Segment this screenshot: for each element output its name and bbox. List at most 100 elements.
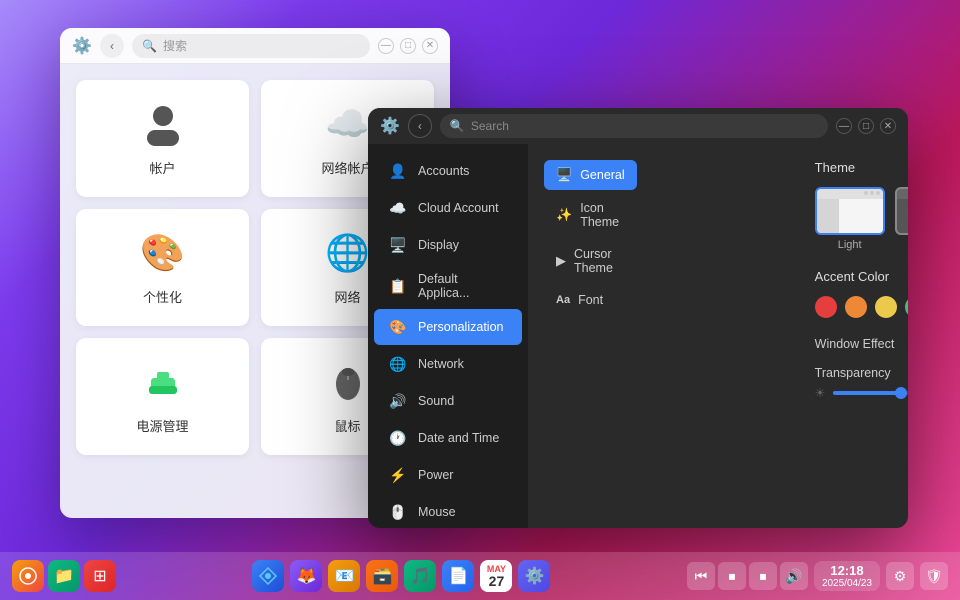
win-bg-back-button[interactable]: ‹ — [100, 34, 124, 58]
accounts-label: 帐户 — [149, 158, 175, 177]
accent-dot-orange[interactable] — [845, 296, 867, 318]
sub-nav-general-label: General — [580, 168, 624, 182]
display-sidebar-icon: 🖥️ — [388, 235, 408, 255]
prev-button[interactable]: ⏮ — [687, 562, 715, 590]
stop-button-2[interactable]: ⏹ — [749, 562, 777, 590]
sidebar-personalization-label: Personalization — [418, 320, 503, 334]
sidebar-sound-label: Sound — [418, 394, 454, 408]
accent-dot-green[interactable] — [905, 296, 908, 318]
accent-colors — [815, 296, 908, 318]
win-fg-search-label: Search — [471, 119, 509, 133]
personalization-label: 个性化 — [143, 287, 182, 306]
win-bg-search[interactable]: 🔍 搜索 — [132, 34, 370, 58]
sub-nav-icon-theme-label: Icon Theme — [580, 201, 624, 229]
font-subnav-icon: Aa — [556, 294, 570, 306]
accent-dot-yellow[interactable] — [875, 296, 897, 318]
sidebar-default-apps-label: Default Applica... — [418, 272, 508, 300]
settings-item-accounts[interactable]: 帐户 — [76, 80, 249, 197]
win-bg-titlebar: ⚙️ ‹ 🔍 搜索 — □ ✕ — [60, 28, 450, 64]
volume-button[interactable]: 🔊 — [780, 562, 808, 590]
default-apps-sidebar-icon: 📋 — [388, 276, 408, 296]
win-fg-minimize-button[interactable]: — — [836, 118, 852, 134]
accent-dot-red[interactable] — [815, 296, 837, 318]
transparency-slider[interactable] — [833, 391, 908, 395]
mouse-icon — [324, 358, 372, 406]
taskbar-browser-button[interactable] — [252, 560, 284, 592]
sidebar-network-label: Network — [418, 357, 464, 371]
win-fg-maximize-button[interactable]: □ — [858, 118, 874, 134]
sidebar-item-network[interactable]: 🌐 Network — [374, 346, 522, 382]
search-icon: 🔍 — [142, 39, 157, 53]
taskbar-left: 📁 ⊞ — [12, 560, 116, 592]
settings-item-power[interactable]: 电源管理 — [76, 338, 249, 455]
sidebar-item-cloud[interactable]: ☁️ Cloud Account — [374, 190, 522, 226]
win-bg-settings-icon: ⚙️ — [72, 36, 92, 56]
slider-min-icon: ☀ — [815, 386, 826, 400]
power-sidebar-icon: ⚡ — [388, 465, 408, 485]
sidebar-item-datetime[interactable]: 🕐 Date and Time — [374, 420, 522, 456]
personalization-icon: 🎨 — [139, 229, 187, 277]
win-fg-search[interactable]: 🔍 Search — [440, 114, 828, 138]
win-bg-minimize-button[interactable]: — — [378, 38, 394, 54]
win-bg-maximize-button[interactable]: □ — [400, 38, 416, 54]
taskbar-files-button[interactable]: 📁 — [48, 560, 80, 592]
sidebar-item-sound[interactable]: 🔊 Sound — [374, 383, 522, 419]
win-fg-search-icon: 🔍 — [450, 119, 465, 133]
sub-nav-general[interactable]: 🖥️ General — [544, 160, 637, 190]
sub-nav-cursor-theme[interactable]: ▶ Cursor Theme — [544, 240, 637, 282]
network-label: 网络 — [334, 287, 360, 306]
sidebar-mouse-label: Mouse — [418, 505, 456, 519]
taskbar-settings-button[interactable]: ⚙️ — [518, 560, 550, 592]
sub-nav-icon-theme[interactable]: ✨ Icon Theme — [544, 194, 637, 236]
sub-nav-cursor-theme-label: Cursor Theme — [574, 247, 625, 275]
theme-light-label: Light — [838, 239, 862, 251]
sidebar-item-default-apps[interactable]: 📋 Default Applica... — [374, 264, 522, 308]
taskbar-music-button[interactable]: 🎵 — [404, 560, 436, 592]
system-tray-icon[interactable]: ⚙ — [886, 562, 914, 590]
theme-preview-light — [815, 187, 885, 235]
shield-icon[interactable]: 🛡 — [920, 562, 948, 590]
sidebar-item-accounts[interactable]: 👤 Accounts — [374, 153, 522, 189]
theme-card-light[interactable]: Light — [815, 187, 885, 251]
sidebar: 👤 Accounts ☁️ Cloud Account 🖥️ Display 📋… — [368, 144, 528, 528]
sidebar-accounts-label: Accounts — [418, 164, 469, 178]
win-fg-controls: — □ ✕ — [836, 118, 896, 134]
taskbar-docs-button[interactable]: 📄 — [442, 560, 474, 592]
taskbar-apps-button[interactable]: ⊞ — [84, 560, 116, 592]
win-bg-close-button[interactable]: ✕ — [422, 38, 438, 54]
win-fg-back-button[interactable]: ‹ — [408, 114, 432, 138]
power-icon — [139, 358, 187, 406]
win-fg-settings-icon: ⚙️ — [380, 116, 400, 136]
sub-nav-font-label: Font — [578, 293, 603, 307]
win-fg-titlebar: ⚙️ ‹ 🔍 Search — □ ✕ — [368, 108, 908, 144]
power-label: 电源管理 — [136, 416, 188, 435]
sidebar-item-display[interactable]: 🖥️ Display — [374, 227, 522, 263]
sidebar-power-label: Power — [418, 468, 453, 482]
transparency-label: Transparency — [815, 366, 891, 380]
sound-sidebar-icon: 🔊 — [388, 391, 408, 411]
taskbar: 📁 ⊞ 🦊 📧 🗃️ 🎵 📄 MAY 27 ⚙️ ⏮ ⏹ — [0, 552, 960, 600]
taskbar-launcher-button[interactable] — [12, 560, 44, 592]
clock[interactable]: 12:18 2025/04/23 — [814, 561, 880, 591]
sidebar-item-personalization[interactable]: 🎨 Personalization — [374, 309, 522, 345]
personalization-content: Theme — [815, 160, 908, 400]
taskbar-media-controls: ⏮ ⏹ ⏹ 🔊 — [687, 562, 808, 590]
taskbar-email-button[interactable]: 📧 — [328, 560, 360, 592]
cursor-theme-subnav-icon: ▶ — [556, 253, 566, 269]
sidebar-item-power[interactable]: ⚡ Power — [374, 457, 522, 493]
sidebar-cloud-label: Cloud Account — [418, 201, 499, 215]
win-fg-close-button[interactable]: ✕ — [880, 118, 896, 134]
taskbar-calendar-button[interactable]: MAY 27 — [480, 560, 512, 592]
transparency-section: Transparency 0.2 ☀ ☀ — [815, 366, 908, 400]
sidebar-item-mouse[interactable]: 🖱️ Mouse — [374, 494, 522, 528]
taskbar-archive-button[interactable]: 🗃️ — [366, 560, 398, 592]
taskbar-vpn-button[interactable]: 🦊 — [290, 560, 322, 592]
settings-item-personalization[interactable]: 🎨 个性化 — [76, 209, 249, 326]
stop-button-1[interactable]: ⏹ — [718, 562, 746, 590]
datetime-sidebar-icon: 🕐 — [388, 428, 408, 448]
theme-section: Theme — [815, 160, 908, 251]
theme-card-auto[interactable]: Auto — [895, 187, 908, 251]
sub-nav-font[interactable]: Aa Font — [544, 286, 637, 314]
main-panel: 🖥️ General ✨ Icon Theme ▶ Cursor Theme — [528, 144, 908, 528]
slider-thumb — [895, 387, 907, 399]
